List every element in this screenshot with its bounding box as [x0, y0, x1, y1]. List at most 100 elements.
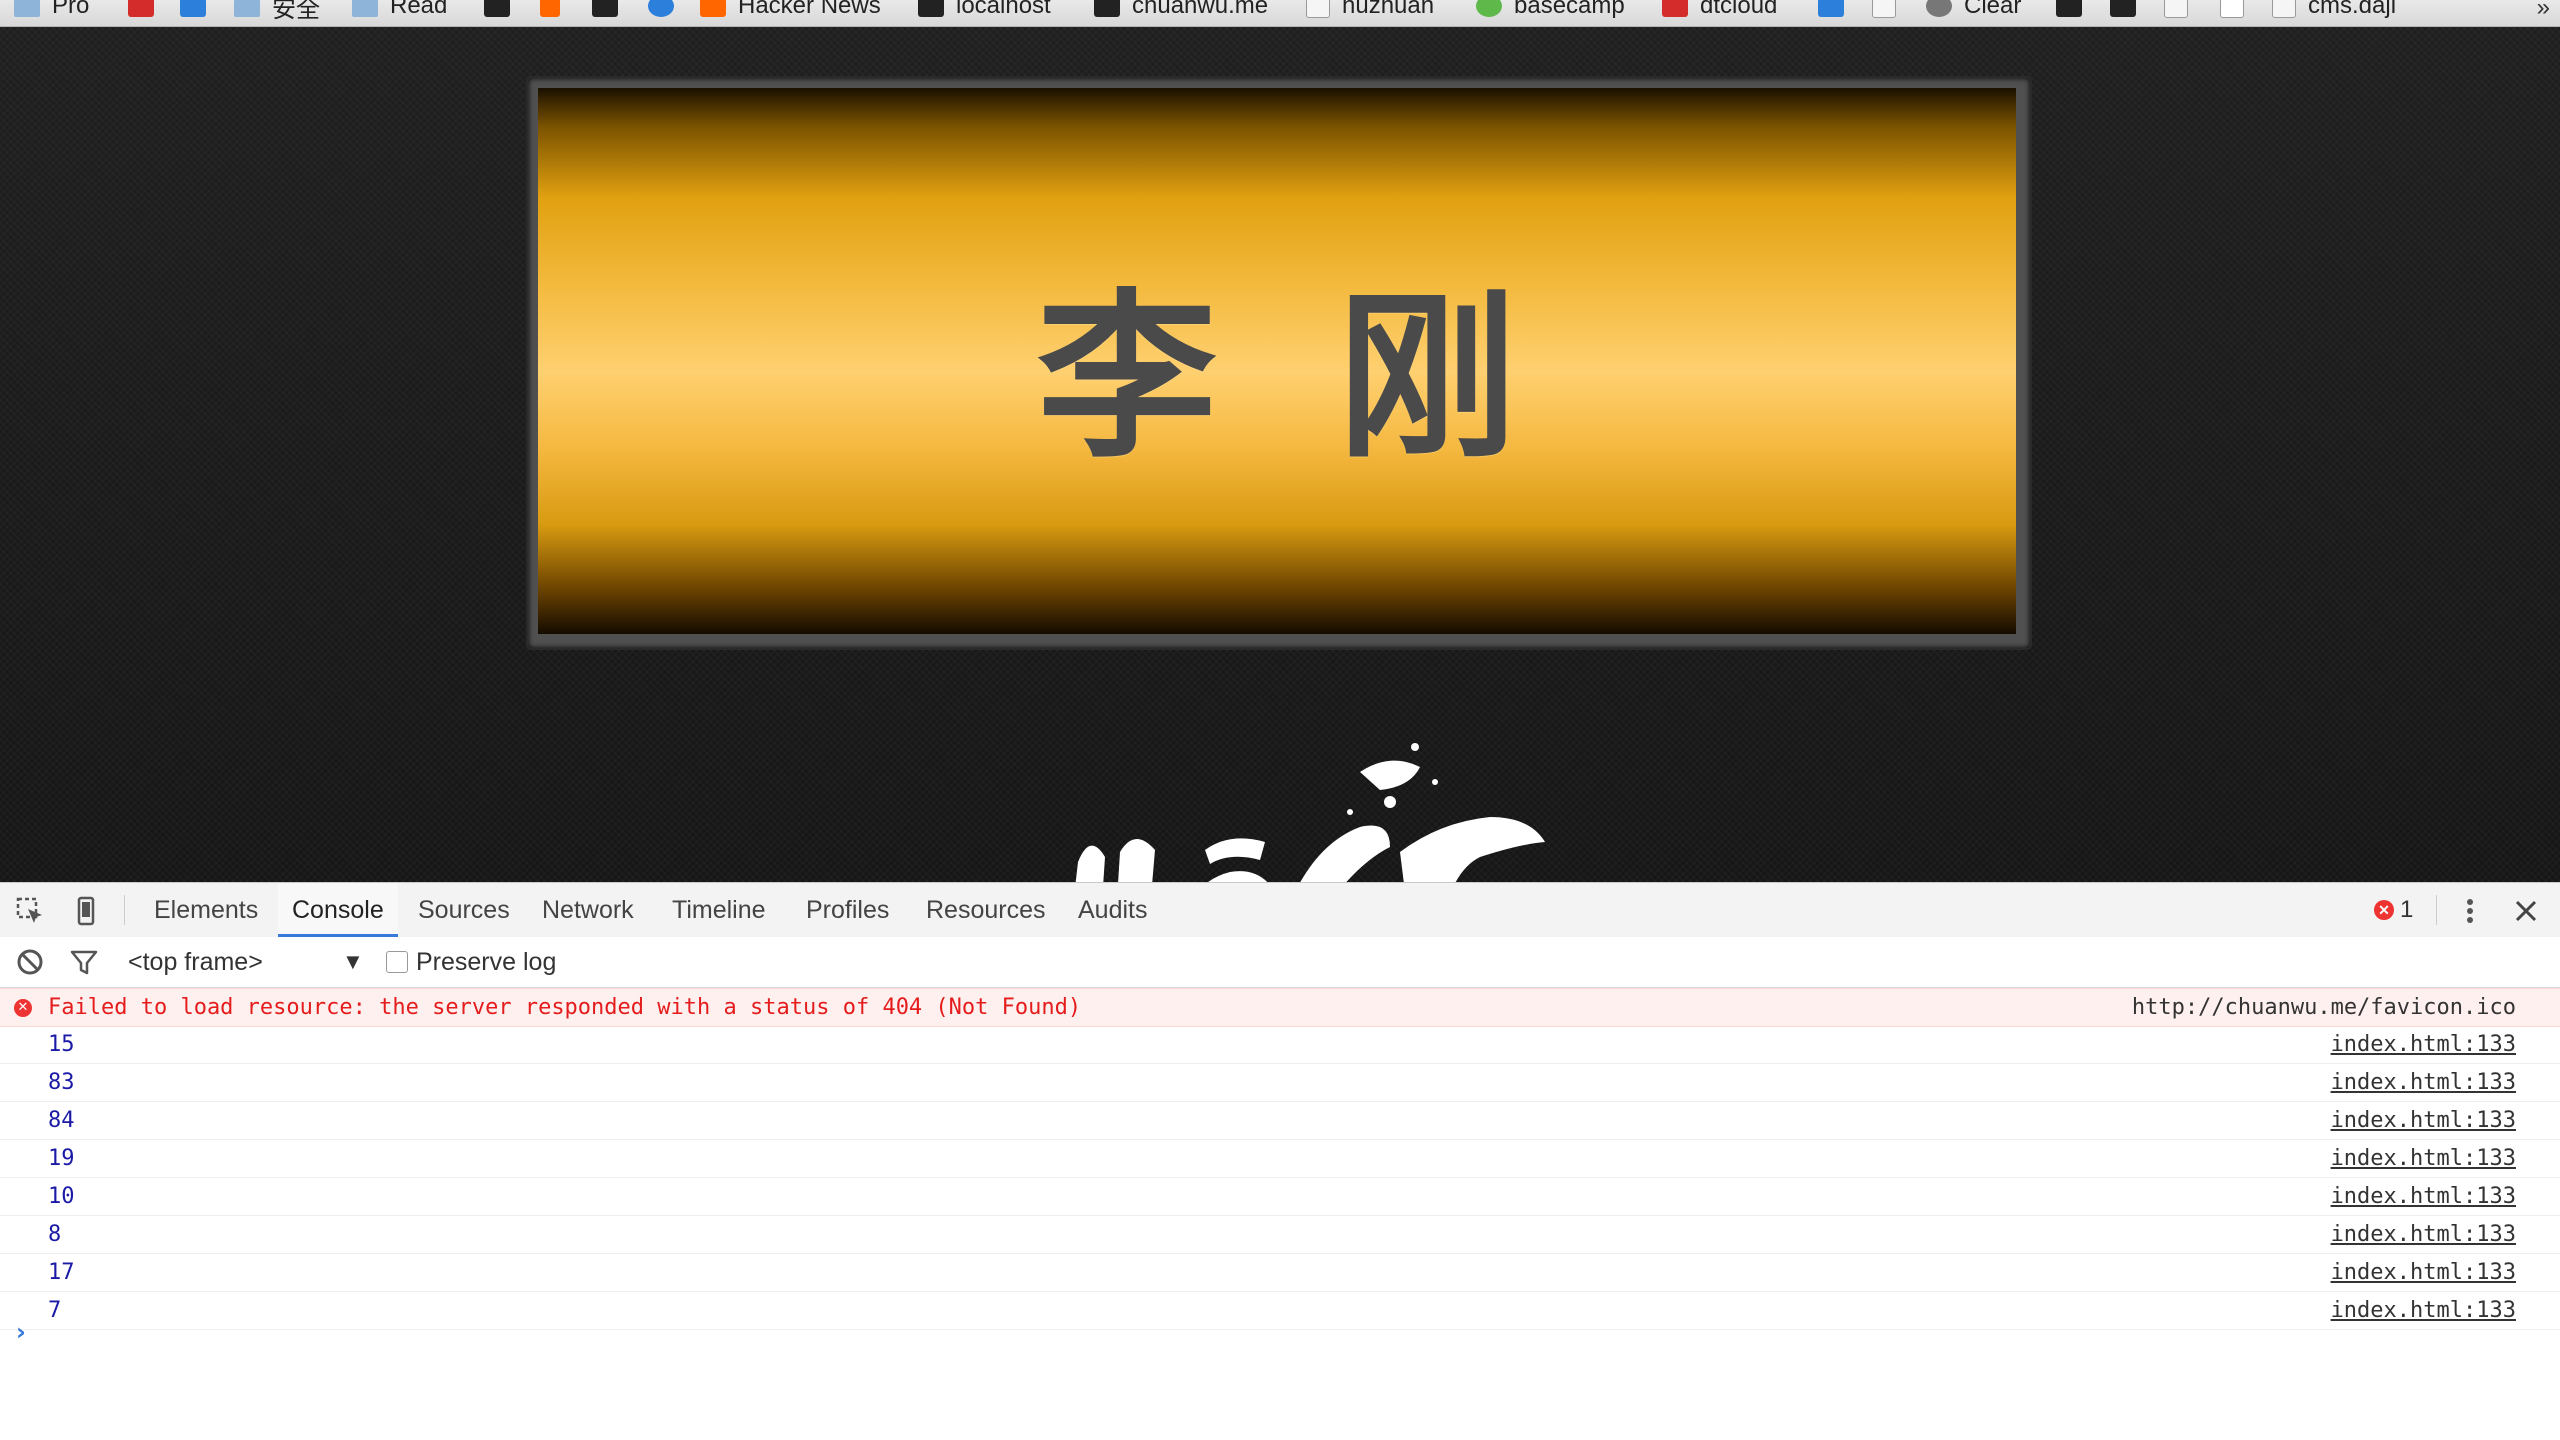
wikipedia-icon — [1872, 0, 1896, 18]
message-text: 7 — [48, 1298, 62, 1323]
bookmark-blank-page[interactable] — [2220, 0, 2256, 20]
console-log-message: 8 index.html:133 — [0, 1216, 2560, 1254]
preserve-log-label: Preserve log — [416, 947, 557, 976]
frame-selector[interactable]: <top frame> — [128, 937, 368, 987]
folder-icon — [234, 0, 260, 17]
bookmark-hacker-news[interactable]: Hacker News — [700, 0, 881, 20]
console-log-message: 84 index.html:133 — [0, 1102, 2560, 1140]
kebab-menu-icon[interactable] — [2454, 895, 2486, 927]
tab-sources[interactable]: Sources — [404, 883, 524, 937]
chart-app-icon — [1094, 0, 1120, 17]
bookmark-clear[interactable]: Clear — [1926, 0, 2021, 20]
gear-icon — [1926, 0, 1952, 17]
chart-app-icon — [592, 0, 618, 17]
folder-icon — [352, 0, 378, 17]
folder-icon — [14, 0, 40, 17]
message-source-link[interactable]: index.html:133 — [2331, 1026, 2516, 1063]
bookmark-terminal[interactable] — [2056, 0, 2094, 20]
plaque-name: 李刚 — [1036, 271, 1637, 483]
message-source-link[interactable]: index.html:133 — [2331, 1178, 2516, 1215]
tab-audits[interactable]: Audits — [1064, 883, 1161, 937]
message-source-link[interactable]: index.html:133 — [2331, 1216, 2516, 1253]
bookmark-security[interactable]: 安全 — [234, 0, 320, 23]
error-icon: ✕ — [14, 999, 32, 1017]
bookmark-dtcloud[interactable]: dtcloud — [1662, 0, 1777, 20]
bookmark-localhost[interactable]: localhost — [918, 0, 1051, 20]
console-output: ✕ Failed to load resource: the server re… — [0, 988, 2560, 1440]
bookmark-ie[interactable] — [648, 0, 686, 20]
message-text: 83 — [48, 1070, 75, 1095]
clear-console-icon[interactable] — [14, 946, 46, 978]
devtools-toolbar: Elements Console Sources Network Timelin… — [0, 882, 2560, 938]
bookmarks-bar: Pro 安全 Read Hacker News localhost chuanw… — [0, 0, 2560, 27]
fm-icon — [1818, 0, 1844, 17]
bookmark-chart-app[interactable] — [592, 0, 630, 20]
bookmark-read[interactable]: Read — [352, 0, 447, 20]
console-log-message: 15 index.html:133 — [0, 1026, 2560, 1064]
page-viewport: 李刚 — [0, 27, 2560, 882]
dtcloud-icon — [1662, 0, 1688, 17]
message-source-link[interactable]: index.html:133 — [2331, 1292, 2516, 1329]
bookmark-cms-daji[interactable]: cms.daji — [2272, 0, 2396, 20]
bookmark-wikipedia[interactable] — [1872, 0, 1908, 20]
message-source[interactable]: http://chuanwu.me/favicon.ico — [2132, 989, 2516, 1026]
tab-elements[interactable]: Elements — [140, 883, 272, 937]
checkbox-icon[interactable] — [386, 951, 408, 973]
message-source-link[interactable]: index.html:133 — [2331, 1254, 2516, 1291]
console-log-message: 19 index.html:133 — [0, 1140, 2560, 1178]
console-error-message: ✕ Failed to load resource: the server re… — [0, 988, 2560, 1027]
message-text: 8 — [48, 1222, 62, 1247]
bookmark-fm[interactable] — [1818, 0, 1856, 20]
page-icon — [1306, 0, 1330, 18]
toolbar-divider — [124, 895, 125, 925]
bookmark-checkbox-app[interactable] — [180, 0, 218, 20]
message-source-link[interactable]: index.html:133 — [2331, 1140, 2516, 1177]
bookmark-basecamp[interactable]: basecamp — [1476, 0, 1625, 20]
checkbox-app-icon — [180, 0, 206, 17]
bookmark-g-app[interactable] — [484, 0, 522, 20]
tab-console[interactable]: Console — [278, 883, 398, 937]
console-log-message: 7 index.html:133 — [0, 1292, 2560, 1330]
basecamp-icon — [1476, 0, 1502, 17]
g-app-icon — [484, 0, 510, 17]
filter-icon[interactable] — [68, 946, 100, 978]
bookmarks-overflow-button[interactable]: » — [2537, 0, 2550, 22]
message-text: 15 — [48, 1032, 75, 1057]
terminal-icon — [2056, 0, 2082, 17]
page-icon — [2272, 0, 2296, 18]
message-source-link[interactable]: index.html:133 — [2331, 1064, 2516, 1101]
bookmark-page[interactable] — [2164, 0, 2200, 20]
plaque-frame: 李刚 — [528, 78, 2030, 648]
error-counter[interactable]: ✕ 1 — [2374, 895, 2413, 925]
bookmark-stack[interactable] — [540, 0, 572, 20]
dropdown-caret-icon[interactable]: ▼ — [342, 937, 364, 987]
ie-icon — [648, 0, 674, 17]
preserve-log-checkbox[interactable]: Preserve log — [386, 937, 556, 987]
device-mode-icon[interactable] — [70, 895, 102, 927]
error-count: 1 — [2400, 896, 2414, 923]
console-log-message: 83 index.html:133 — [0, 1064, 2560, 1102]
message-text: 84 — [48, 1108, 75, 1133]
bookmark-chuanwu[interactable]: chuanwu.me — [1094, 0, 1268, 20]
error-icon: ✕ — [2374, 900, 2394, 920]
tab-network[interactable]: Network — [528, 883, 648, 937]
console-filter-bar: <top frame> ▼ Preserve log — [0, 937, 2560, 988]
console-log-message: 10 index.html:133 — [0, 1178, 2560, 1216]
tab-timeline[interactable]: Timeline — [658, 883, 780, 937]
message-text: 17 — [48, 1260, 75, 1285]
tab-resources[interactable]: Resources — [912, 883, 1060, 937]
weibo-icon — [128, 0, 154, 17]
bookmark-dark-site[interactable] — [2110, 0, 2148, 20]
inspect-element-icon[interactable] — [14, 895, 46, 927]
toolbar-divider — [2436, 895, 2437, 925]
bookmark-huzhuan[interactable]: huzhuan — [1306, 0, 1434, 20]
message-text: Failed to load resource: the server resp… — [48, 995, 1082, 1020]
ycombinator-icon — [700, 0, 726, 17]
console-prompt[interactable]: › — [16, 1318, 26, 1346]
tab-profiles[interactable]: Profiles — [792, 883, 903, 937]
message-source-link[interactable]: index.html:133 — [2331, 1102, 2516, 1139]
close-icon[interactable] — [2510, 895, 2542, 927]
bookmark-pro[interactable]: Pro — [14, 0, 89, 20]
stack-icon — [540, 0, 560, 17]
bookmark-weibo[interactable] — [128, 0, 166, 20]
